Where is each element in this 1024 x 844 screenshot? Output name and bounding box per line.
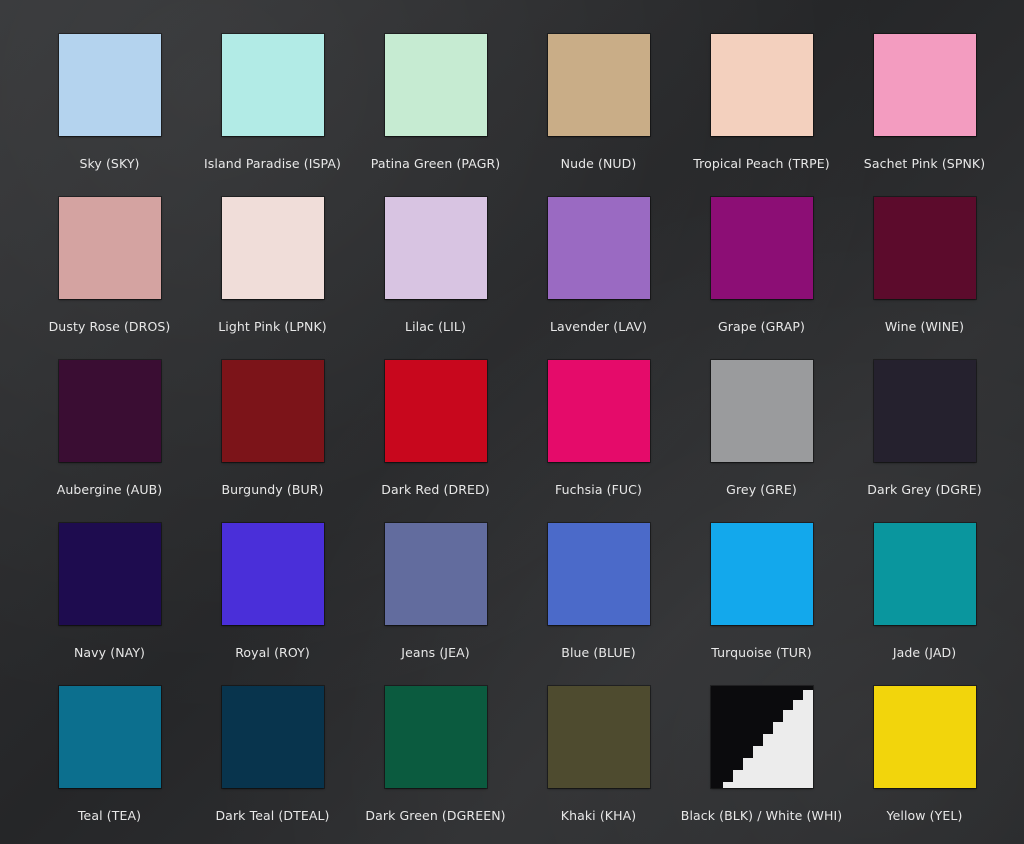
swatch-item: Burgundy (BUR) (191, 352, 354, 515)
swatch-label: Sky (SKY) (79, 156, 140, 171)
swatch-item: Royal (ROY) (191, 515, 354, 678)
swatch-label: Patina Green (PAGR) (370, 156, 501, 171)
swatch-item: Black (BLK) / White (WHI) (680, 678, 843, 841)
swatch-item: Patina Green (PAGR) (354, 26, 517, 189)
color-swatch (711, 360, 813, 462)
color-swatch (59, 197, 161, 299)
swatch-label: Sachet Pink (SPNK) (863, 156, 986, 171)
color-swatch (222, 34, 324, 136)
color-swatch (874, 686, 976, 788)
swatch-item: Sky (SKY) (28, 26, 191, 189)
swatch-grid: Sky (SKY) Island Paradise (ISPA) Patina Gr… (28, 26, 1008, 841)
color-swatch (711, 34, 813, 136)
swatch-label: Lavender (LAV) (549, 319, 648, 334)
swatch-label: Burgundy (BUR) (221, 482, 324, 497)
swatch-item: Island Paradise (ISPA) (191, 26, 354, 189)
color-swatch (548, 34, 650, 136)
swatch-item: Lilac (LIL) (354, 189, 517, 352)
swatch-label: Nude (NUD) (560, 156, 637, 171)
swatch-item: Grape (GRAP) (680, 189, 843, 352)
swatch-label: Blue (BLUE) (561, 645, 636, 660)
swatch-label: Dark Teal (DTEAL) (215, 808, 330, 823)
color-swatch (874, 34, 976, 136)
swatch-label: Jeans (JEA) (401, 645, 470, 660)
swatch-label: Grey (GRE) (726, 482, 797, 497)
color-swatch (222, 197, 324, 299)
swatch-item: Dark Red (DRED) (354, 352, 517, 515)
color-swatch (874, 523, 976, 625)
swatch-item: Dark Teal (DTEAL) (191, 678, 354, 841)
color-swatch (385, 197, 487, 299)
color-swatch (548, 360, 650, 462)
swatch-label: Fuchsia (FUC) (555, 482, 642, 497)
swatch-item: Yellow (YEL) (843, 678, 1006, 841)
swatch-item: Turquoise (TUR) (680, 515, 843, 678)
swatch-item: Dark Green (DGREEN) (354, 678, 517, 841)
swatch-item: Sachet Pink (SPNK) (843, 26, 1006, 189)
color-swatch (222, 523, 324, 625)
swatch-label: Teal (TEA) (77, 808, 142, 823)
color-swatch (874, 197, 976, 299)
swatch-item: Dark Grey (DGRE) (843, 352, 1006, 515)
swatch-item: Blue (BLUE) (517, 515, 680, 678)
split-swatch-graphic (711, 686, 813, 788)
color-swatch (385, 523, 487, 625)
swatch-item: Navy (NAY) (28, 515, 191, 678)
swatch-label: Dark Red (DRED) (381, 482, 490, 497)
swatch-item: Tropical Peach (TRPE) (680, 26, 843, 189)
swatch-label: Lilac (LIL) (405, 319, 466, 334)
swatch-item: Nude (NUD) (517, 26, 680, 189)
swatch-label: Dark Green (DGREEN) (365, 808, 506, 823)
color-swatch (548, 523, 650, 625)
color-swatch (711, 523, 813, 625)
swatch-label: Navy (NAY) (73, 645, 146, 660)
swatch-label: Jade (JAD) (892, 645, 957, 660)
swatch-item: Khaki (KHA) (517, 678, 680, 841)
swatch-label: Royal (ROY) (235, 645, 310, 660)
swatch-item: Teal (TEA) (28, 678, 191, 841)
swatch-label: Turquoise (TUR) (711, 645, 812, 660)
swatch-label: Island Paradise (ISPA) (203, 156, 342, 171)
color-swatch-card: Sky (SKY) Island Paradise (ISPA) Patina Gr… (0, 0, 1024, 844)
color-swatch (548, 686, 650, 788)
swatch-label: Dusty Rose (DROS) (48, 319, 171, 334)
swatch-item: Light Pink (LPNK) (191, 189, 354, 352)
swatch-label: Dark Grey (DGRE) (867, 482, 982, 497)
color-swatch (59, 34, 161, 136)
color-swatch (711, 686, 813, 788)
swatch-label: Tropical Peach (TRPE) (693, 156, 830, 171)
swatch-label: Yellow (YEL) (886, 808, 963, 823)
color-swatch (222, 360, 324, 462)
swatch-label: Grape (GRAP) (718, 319, 805, 334)
color-swatch (59, 686, 161, 788)
color-swatch (385, 34, 487, 136)
swatch-label: Aubergine (AUB) (56, 482, 163, 497)
color-swatch (874, 360, 976, 462)
swatch-item: Jade (JAD) (843, 515, 1006, 678)
swatch-label: Khaki (KHA) (560, 808, 637, 823)
color-swatch (548, 197, 650, 299)
black-portion (711, 686, 813, 788)
swatch-item: Jeans (JEA) (354, 515, 517, 678)
swatch-item: Wine (WINE) (843, 189, 1006, 352)
color-swatch (222, 686, 324, 788)
swatch-item: Grey (GRE) (680, 352, 843, 515)
color-swatch (385, 686, 487, 788)
swatch-item: Lavender (LAV) (517, 189, 680, 352)
swatch-label: Wine (WINE) (884, 319, 965, 334)
color-swatch (385, 360, 487, 462)
swatch-label: Black (BLK) / White (WHI) (680, 808, 843, 823)
swatch-item: Aubergine (AUB) (28, 352, 191, 515)
swatch-label: Light Pink (LPNK) (218, 319, 327, 334)
color-swatch (59, 523, 161, 625)
color-swatch (59, 360, 161, 462)
color-swatch (711, 197, 813, 299)
swatch-item: Fuchsia (FUC) (517, 352, 680, 515)
swatch-item: Dusty Rose (DROS) (28, 189, 191, 352)
